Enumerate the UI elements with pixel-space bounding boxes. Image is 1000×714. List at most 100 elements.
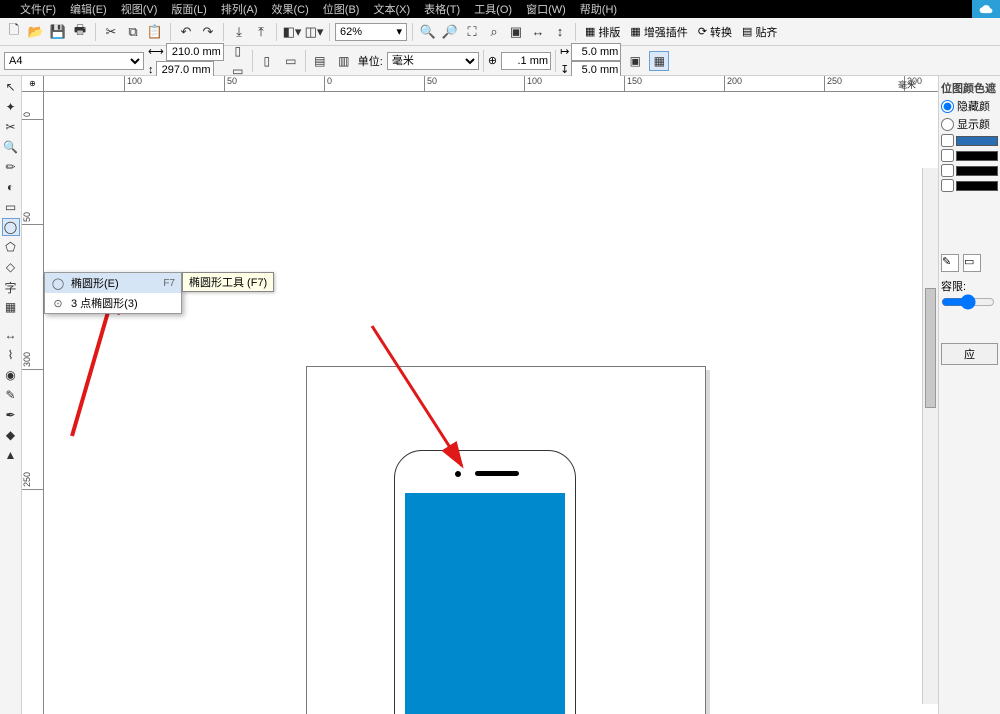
blend-tool[interactable]: ◉ [2,366,20,384]
shape-tool[interactable]: ✦ [2,98,20,116]
paper-size-select[interactable]: A4 [4,52,144,70]
menu-file[interactable]: 文件(F) [20,1,56,17]
zoom-height-icon[interactable]: ↕ [550,22,570,42]
paste-button[interactable]: 📋 [145,22,165,42]
copy-button[interactable]: ⧉ [123,22,143,42]
save-button[interactable]: 💾 [48,22,68,42]
export-button[interactable]: ⤒ [251,22,271,42]
redo-button[interactable]: ↷ [198,22,218,42]
new-button[interactable]: 🗋 [4,22,24,42]
outline-tool[interactable]: ✒ [2,406,20,424]
menu-tools[interactable]: 工具(O) [474,1,512,17]
polygon-tool[interactable]: ⬠ [2,238,20,256]
flyout-item-3pt-ellipse[interactable]: ⊙ 3 点椭圆形(3) [45,293,181,313]
edit-color-button[interactable]: ▭ [963,254,981,272]
phone-screen-rect [405,493,565,714]
zoom-page-icon[interactable]: ▣ [506,22,526,42]
flyout-item-ellipse[interactable]: ◯ 椭圆形(E) F7 [45,273,181,293]
tool-palette: ↖ ✦ ✂ 🔍 ✏ ◐ ▭ ◯ ⬠ ◇ 字 ▦ ↔ ⌇ ◉ ✎ ✒ ◆ ▲ [0,76,22,714]
pick-tool[interactable]: ↖ [2,78,20,96]
nudge-input[interactable] [501,52,551,70]
ellipse-tool-flyout: ◯ 椭圆形(E) F7 ⊙ 3 点椭圆形(3) [44,272,182,314]
ruler-tick: 250 [22,472,44,490]
menu-arrange[interactable]: 排列(A) [221,1,258,17]
tolerance-slider[interactable] [941,294,995,310]
menu-view[interactable]: 视图(V) [121,1,158,17]
apply-button[interactable]: 应 [941,343,998,365]
connector-tool[interactable]: ⌇ [2,346,20,364]
basic-shapes-tool[interactable]: ◇ [2,258,20,276]
crop-tool[interactable]: ✂ [2,118,20,136]
zoom-level-combo[interactable]: 62%▾ [335,23,407,41]
align-button[interactable]: ▤贴齐 [738,22,781,42]
menu-layout[interactable]: 版面(L) [171,1,206,17]
canvas-area[interactable]: ⊕ 100 50 0 50 100 150 200 250 300 毫米 0 5… [22,76,938,714]
rectangle-tool[interactable]: ▭ [2,198,20,216]
undo-button[interactable]: ↶ [176,22,196,42]
import-button[interactable]: ⤓ [229,22,249,42]
fill-tool[interactable]: ◆ [2,426,20,444]
menu-table[interactable]: 表格(T) [424,1,460,17]
smart-fill-tool[interactable]: ◐ [2,178,20,196]
cloud-icon[interactable] [972,0,1000,18]
menu-window[interactable]: 窗口(W) [526,1,566,17]
color-swatch-row[interactable] [941,179,998,192]
table-tool[interactable]: ▦ [2,298,20,316]
show-colors-radio[interactable]: 显示颜 [941,116,998,132]
plugin-button[interactable]: ▦增强插件 [626,22,691,42]
portrait2-button[interactable]: ▯ [257,51,277,71]
color-swatch-row[interactable] [941,134,998,147]
color-swatch-row[interactable] [941,149,998,162]
menu-text[interactable]: 文本(X) [373,1,410,17]
zoom-width-icon[interactable]: ↔ [528,22,548,42]
menu-bitmap[interactable]: 位图(B) [323,1,360,17]
interactive-fill-tool[interactable]: ▲ [2,446,20,464]
vertical-scrollbar[interactable] [922,168,938,704]
duplicate-x-input[interactable] [571,43,621,61]
convert-button[interactable]: ⟳转换 [694,22,736,42]
open-button[interactable]: 📂 [26,22,46,42]
vertical-ruler[interactable]: 0 50 300 250 [22,92,44,714]
landscape2-button[interactable]: ▭ [281,51,301,71]
current-page-icon[interactable]: ▥ [334,51,354,71]
flyout-item-shortcut: F7 [163,278,175,289]
phone-shape[interactable] [394,450,576,714]
welcome-icon[interactable]: ◫▾ [304,22,324,42]
ruler-origin[interactable]: ⊕ [22,76,44,92]
ruler-tick: 150 [624,76,642,92]
text-tool[interactable]: 字 [2,278,20,296]
treat-as-filled-button[interactable]: ▣ [625,51,645,71]
eyedropper-tool[interactable]: ✎ [2,386,20,404]
menubar: 文件(F) 编辑(E) 视图(V) 版面(L) 排列(A) 效果(C) 位图(B… [0,0,1000,18]
zoom-out-icon[interactable]: 🔎 [440,22,460,42]
page-width-input[interactable] [166,43,224,61]
dimension-tool[interactable]: ↔ [2,326,20,344]
print-button[interactable]: 🖶 [70,22,90,42]
eyedropper-button[interactable]: ✎ [941,254,959,272]
app-launcher-icon[interactable]: ◧▾ [282,22,302,42]
separator [329,23,330,41]
ellipse-tool[interactable]: ◯ [2,218,20,236]
cut-button[interactable]: ✂ [101,22,121,42]
horizontal-ruler[interactable]: 100 50 0 50 100 150 200 250 300 [44,76,938,92]
dup-x-icon: ↦ [560,45,569,58]
zoom-in-icon[interactable]: 🔍 [418,22,438,42]
unit-select[interactable]: 毫米 [387,52,479,70]
freehand-tool[interactable]: ✏ [2,158,20,176]
zoom-all-icon[interactable]: ⌕ [484,22,504,42]
menu-help[interactable]: 帮助(H) [580,1,617,17]
paiban-button[interactable]: ▦排版 [581,22,624,42]
zoom-selection-icon[interactable]: ⛶ [462,22,482,42]
zoom-value: 62% [340,26,362,38]
menu-effects[interactable]: 效果(C) [272,1,309,17]
property-toolbar: A4 ⟷ ↕ ▯ ▭ ▯ ▭ ▤ ▥ 单位: 毫米 ⊕ ↦ ↧ ▣ ▦ [0,46,1000,76]
unit-label: 单位: [358,53,383,69]
portrait-button[interactable]: ▯ [228,41,248,61]
color-swatch-row[interactable] [941,164,998,177]
hide-colors-radio[interactable]: 隐藏颜 [941,98,998,114]
snap-button[interactable]: ▦ [649,51,669,71]
all-pages-icon[interactable]: ▤ [310,51,330,71]
scrollbar-thumb[interactable] [925,288,936,408]
menu-edit[interactable]: 编辑(E) [70,1,107,17]
zoom-tool[interactable]: 🔍 [2,138,20,156]
